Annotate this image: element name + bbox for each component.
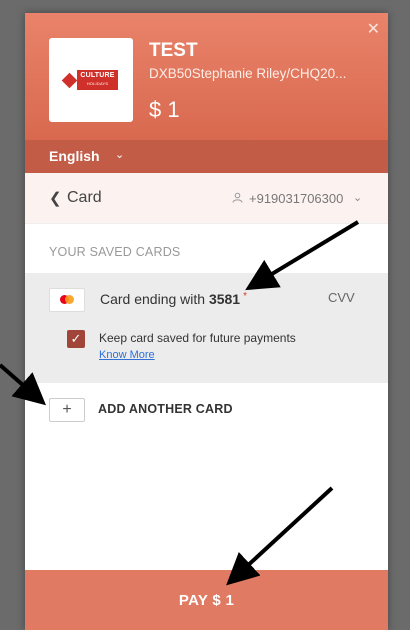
card-description[interactable]: Card ending with 3581 * [100,291,247,307]
close-icon[interactable]: ✕ [367,19,380,39]
chevron-down-icon[interactable]: ⌄ [353,191,362,204]
logo-tagline: HOLIDAYS [86,81,109,86]
card-last4: 3581 [208,291,241,307]
add-another-card-button[interactable]: ADD ANOTHER CARD [98,402,233,416]
payment-amount: $ 1 [149,97,180,122]
merchant-name: TEST [149,40,198,61]
required-mark: * [243,291,248,302]
payment-method-bar: ❮ Card +919031706300 ⌄ [25,173,388,224]
language-selector[interactable]: English ⌄ [25,140,388,173]
payment-modal: ✕ CULTURE HOLIDAYS TEST DXB50Stephanie R… [25,13,388,630]
logo-name: CULTURE [80,72,115,79]
chevron-down-icon[interactable]: ⌄ [115,148,124,161]
mastercard-icon [49,288,85,312]
card-prefix: Card ending with [100,291,206,307]
plus-icon[interactable]: + [49,398,85,422]
contact-phone[interactable]: +919031706300 [249,191,343,206]
logo-diamond-icon [62,72,78,88]
saved-card-row[interactable]: Card ending with 3581 * CVV ✓ Keep card s… [25,273,388,383]
know-more-link[interactable]: Know More [99,349,155,361]
merchant-logo: CULTURE HOLIDAYS [49,38,133,122]
language-label[interactable]: English [49,148,100,164]
keep-saved-checkbox[interactable]: ✓ [67,330,85,348]
merchant-header: ✕ CULTURE HOLIDAYS TEST DXB50Stephanie R… [25,13,388,140]
pay-button-label[interactable]: PAY $ 1 [179,592,234,609]
keep-saved-label: Keep card saved for future payments [99,331,296,345]
user-icon [232,192,243,203]
chevron-left-icon[interactable]: ❮ [49,189,62,207]
cvv-input[interactable]: CVV [328,290,355,305]
pay-button[interactable]: PAY $ 1 [25,570,388,630]
merchant-description: DXB50Stephanie Riley/CHQ20... [149,66,347,81]
method-label[interactable]: Card [67,189,102,207]
saved-cards-title: YOUR SAVED CARDS [49,245,181,259]
